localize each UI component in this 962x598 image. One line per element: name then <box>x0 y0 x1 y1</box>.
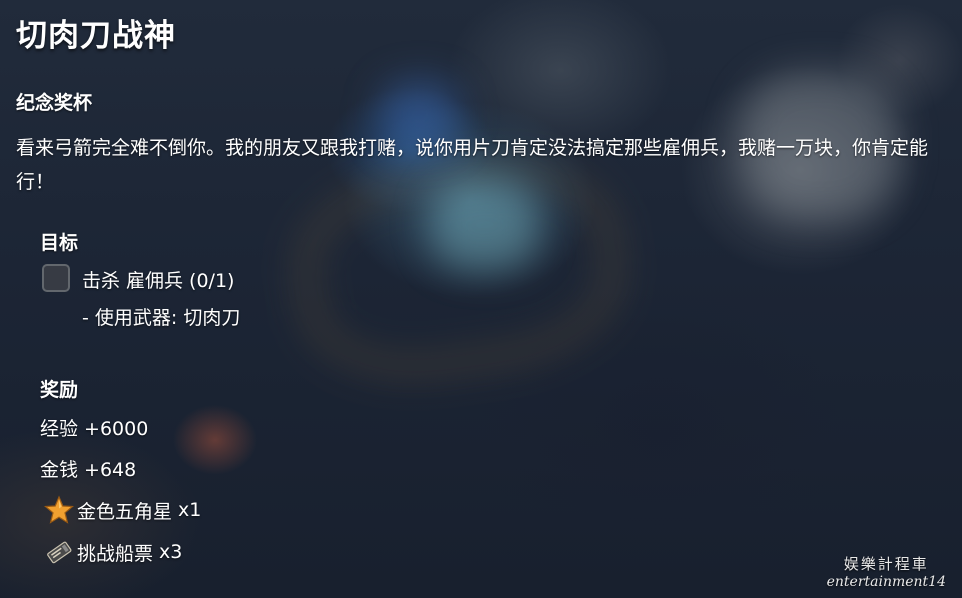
watermark-line-2: entertainment14 <box>826 574 946 590</box>
objectives-heading: 目标 <box>40 232 79 254</box>
reward-gold-star-name: 金色五角星 <box>77 500 173 523</box>
watermark-line-1: 娱樂計程車 <box>843 555 929 573</box>
objective-text: 击杀 雇佣兵 <box>82 270 184 292</box>
quest-category: 纪念奖杯 <box>16 92 93 114</box>
reward-money: 金钱 +648 <box>40 455 136 482</box>
rewards-heading: 奖励 <box>40 379 79 401</box>
reward-challenge-ticket-name: 挑战船票 <box>77 542 154 565</box>
reward-exp-text: 经验 +6000 <box>40 418 149 440</box>
reward-gold-star-qty: x1 <box>178 499 202 521</box>
gold-star-icon <box>43 495 75 525</box>
objective-item: 击杀 雇佣兵 (0/1) <box>82 266 234 293</box>
challenge-ticket-icon <box>44 537 74 567</box>
reward-gold-star: 金色五角星 x1 <box>40 495 201 525</box>
reward-challenge-ticket-qty: x3 <box>159 541 183 563</box>
objective-progress: (0/1) <box>189 270 235 292</box>
quest-detail-panel: 切肉刀战神 纪念奖杯 看来弓箭完全难不倒你。我的朋友又跟我打赌，说你用片刀肯定没… <box>0 0 962 598</box>
reward-money-text: 金钱 +648 <box>40 459 137 481</box>
objective-condition: - 使用武器: 切肉刀 <box>82 307 241 329</box>
quest-description: 看来弓箭完全难不倒你。我的朋友又跟我打赌，说你用片刀肯定没法搞定那些雇佣兵，我赌… <box>16 137 929 193</box>
reward-exp: 经验 +6000 <box>40 414 148 441</box>
reward-challenge-ticket: 挑战船票 x3 <box>40 537 182 567</box>
objective-checkbox <box>42 264 70 292</box>
channel-watermark: 娱樂計程車 entertainment14 <box>827 553 946 590</box>
quest-title: 切肉刀战神 <box>16 18 176 54</box>
